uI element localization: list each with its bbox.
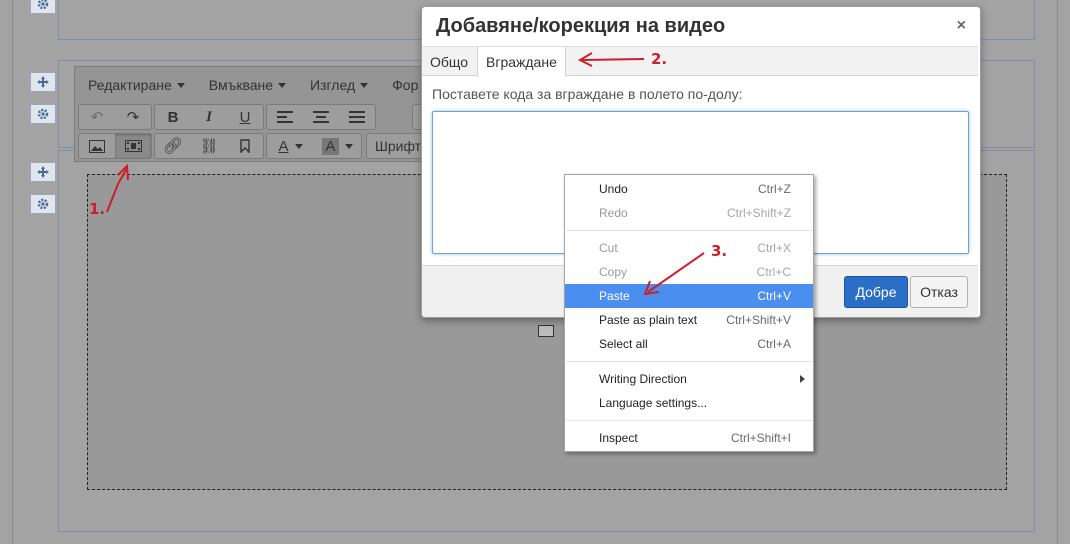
annotation-arrow-1 [106,167,128,213]
annotation-arrow-1-head [117,163,129,181]
annotation-arrow-3 [647,252,705,293]
annotation-label-1: 1. [89,200,106,218]
annotation-label-2: 2. [651,50,668,68]
annotation-label-3: 3. [711,242,728,260]
annotation-overlay [106,52,705,296]
annotation-arrow-3-head [643,280,660,296]
annotation-arrow-2 [581,58,645,61]
